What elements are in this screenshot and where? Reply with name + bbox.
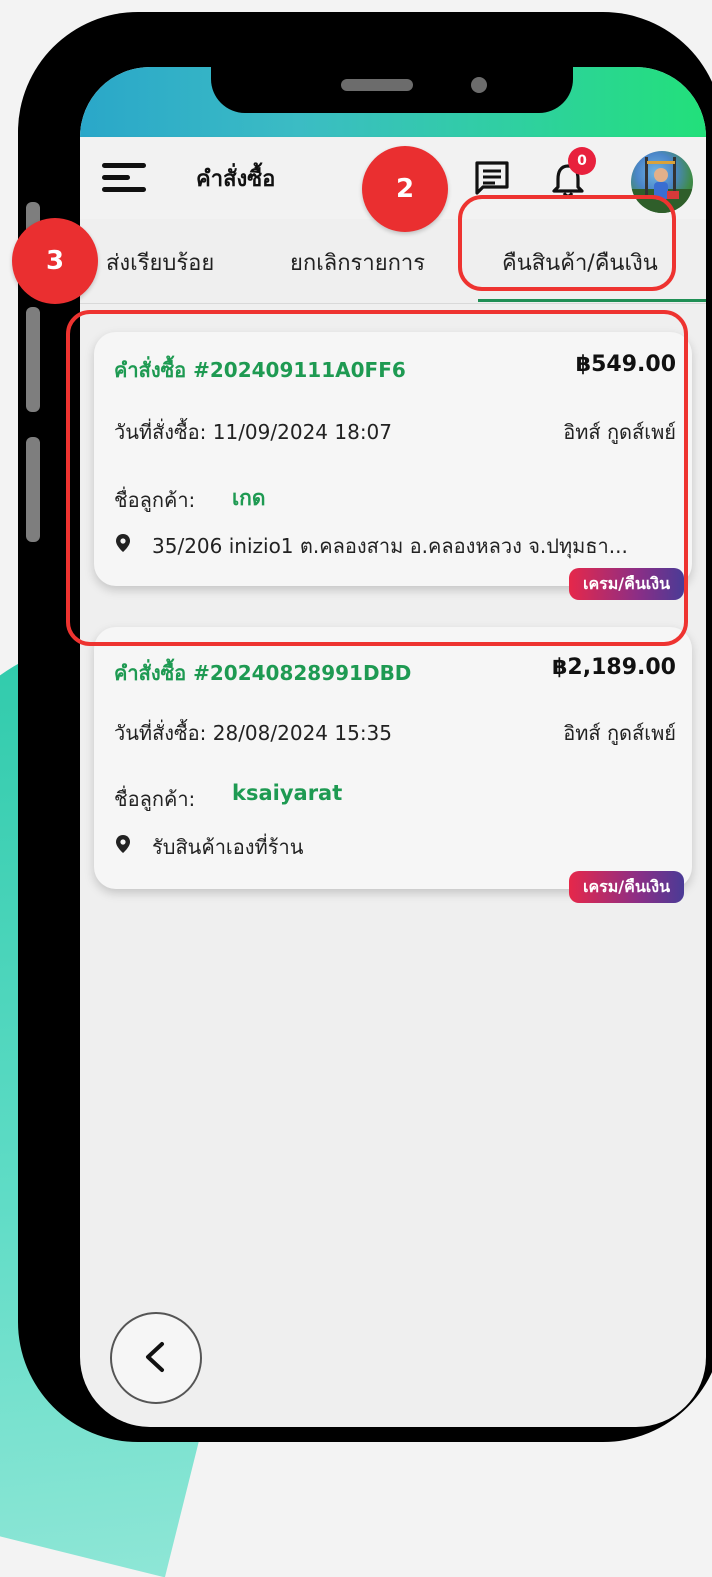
delivery-address: รับสินค้าเองที่ร้าน xyxy=(152,835,304,859)
location-pin-icon xyxy=(116,835,130,853)
order-date: วันที่สั่งซื้อ: 28/08/2024 15:35 xyxy=(114,721,393,745)
status-badge: เครม/คืนเงิน xyxy=(568,871,684,903)
chevron-left-icon xyxy=(146,1342,164,1372)
tab-delivered[interactable]: ส่งเรียบร้อย xyxy=(106,245,214,280)
order-number: คำสั่งซื้อ #20240828991DBD xyxy=(114,661,412,685)
camera-dot xyxy=(471,77,487,93)
tab-cancelled[interactable]: ยกเลิกรายการ xyxy=(290,245,425,280)
chat-icon[interactable] xyxy=(473,159,511,197)
order-card[interactable]: คำสั่งซื้อ #20240828991DBD ฿2,189.00 วัน… xyxy=(94,627,692,903)
active-tab-indicator xyxy=(478,299,706,302)
menu-icon[interactable] xyxy=(102,159,146,195)
page-title: คำสั่งซื้อ xyxy=(196,167,276,192)
back-button[interactable] xyxy=(110,1312,202,1404)
highlight-refund-tab xyxy=(458,195,676,291)
phone-side-button xyxy=(26,437,40,542)
step-marker-2: 2 xyxy=(362,146,448,232)
speaker-grill xyxy=(341,79,413,91)
phone-notch xyxy=(211,67,573,113)
notification-badge: 0 xyxy=(568,147,596,175)
highlight-order-card xyxy=(66,310,688,646)
customer-name: ksaiyarat xyxy=(232,781,343,805)
phone-side-button xyxy=(26,307,40,412)
order-amount: ฿2,189.00 xyxy=(552,655,676,680)
step-marker-3: 3 xyxy=(12,218,98,304)
shop-name: อิทส์ กูดส์เพย์ xyxy=(563,721,676,745)
customer-label: ชื่อลูกค้า: xyxy=(114,787,196,811)
